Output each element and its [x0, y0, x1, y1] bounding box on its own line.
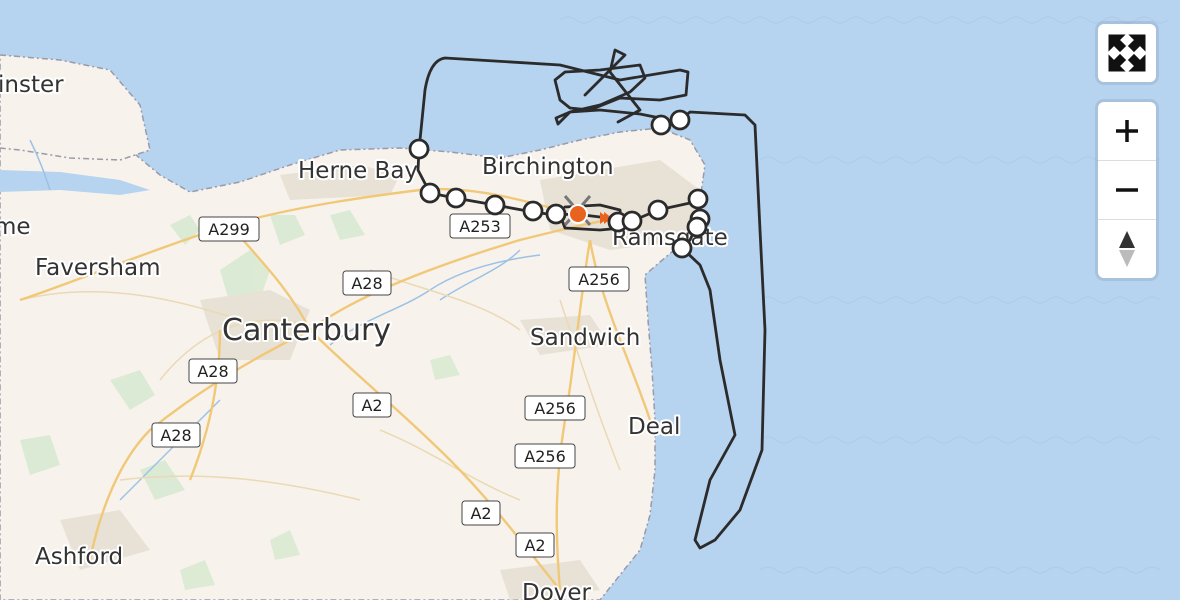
waypoint [621, 210, 643, 232]
waypoint [686, 216, 708, 238]
waypoint [671, 237, 693, 259]
road-label-a28: A28 [160, 426, 191, 445]
start-marker [568, 204, 588, 224]
zoom-in-button[interactable] [1098, 102, 1156, 160]
zoom-out-button[interactable] [1098, 160, 1156, 219]
place-deal: Deal [628, 414, 680, 440]
waypoint [650, 114, 672, 136]
fullscreen-icon [1108, 34, 1146, 72]
place-herne-bay: Herne Bay [298, 158, 418, 184]
place-ashford: Ashford [35, 544, 123, 570]
map-canvas[interactable]: Herne Bay Birchington Ramsgate Faversham… [0, 0, 1180, 600]
place-minster-partial: inster [0, 72, 64, 98]
waypoint [408, 138, 430, 160]
road-label-a299: A299 [208, 220, 249, 239]
road-label-a256: A256 [534, 399, 575, 418]
place-partial-left: me [0, 214, 31, 240]
waypoint [545, 203, 567, 225]
compass-icon [1119, 231, 1135, 267]
road-label-a2: A2 [470, 504, 491, 523]
place-sandwich: Sandwich [530, 325, 640, 351]
place-canterbury: Canterbury [222, 313, 391, 348]
plus-icon [1116, 120, 1138, 142]
place-faversham: Faversham [35, 255, 161, 281]
waypoint [687, 188, 709, 210]
road-label-a2: A2 [361, 396, 382, 415]
road-label-a2: A2 [524, 536, 545, 555]
fullscreen-button[interactable] [1098, 24, 1156, 82]
road-label-a256: A256 [578, 270, 619, 289]
waypoint [669, 109, 691, 131]
road-label-a28: A28 [197, 362, 228, 381]
waypoint [419, 182, 441, 204]
fullscreen-control [1098, 24, 1156, 82]
waypoint [647, 199, 669, 221]
place-birchington: Birchington [482, 154, 614, 180]
road-label-a256: A256 [524, 447, 565, 466]
reset-bearing-button[interactable] [1098, 219, 1156, 278]
zoom-control [1098, 102, 1156, 278]
place-dover: Dover [522, 580, 592, 600]
road-label-a28: A28 [351, 274, 382, 293]
road-label-a253: A253 [459, 217, 500, 236]
waypoint [484, 194, 506, 216]
waypoint [445, 187, 467, 209]
minus-icon [1116, 188, 1138, 192]
waypoint [522, 200, 544, 222]
